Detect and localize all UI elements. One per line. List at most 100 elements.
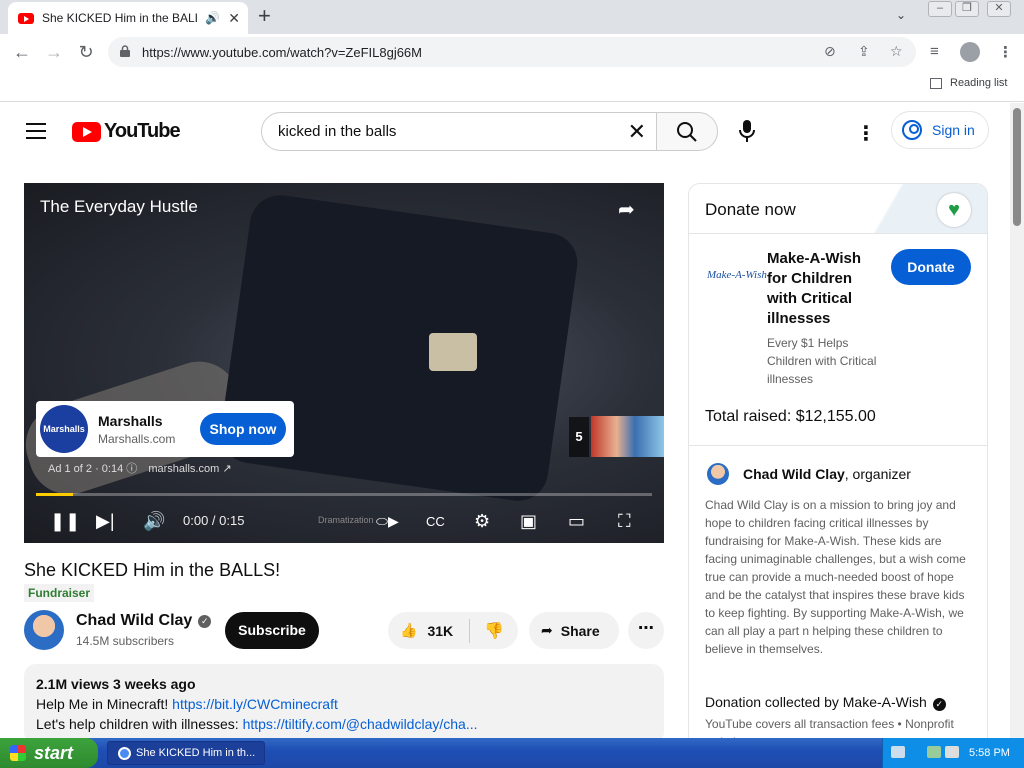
youtube-wordmark: YouTube [104,120,181,142]
dislike-button[interactable]: 👎 [470,621,504,641]
address-bar[interactable]: https://www.youtube.com/watch?v=ZeFIL8gj… [108,37,916,67]
theater-mode-icon[interactable]: ▭ [568,511,585,532]
youtube-logo[interactable]: YouTube [72,120,181,143]
description-line: Help Me in Minecraft! https://bit.ly/CWC… [36,696,652,712]
description-text: Let's help children with illnesses: [36,716,243,732]
new-tab-button[interactable]: + [258,4,271,28]
player-share-icon[interactable]: ➦ [618,197,635,222]
share-button[interactable]: ➦ Share [529,612,619,649]
windows-taskbar: start She KICKED Him in th... 5:58 PM [0,738,1024,768]
sign-in-button[interactable]: Sign in [891,111,989,149]
thumbs-down-icon: 👎 [484,622,504,640]
donate-button[interactable]: Donate [891,249,971,285]
miniplayer-icon[interactable]: ▣ [520,511,537,532]
total-raised: Total raised: $12,155.00 [705,408,876,425]
restore-button[interactable]: ❐ [955,1,979,17]
minecraft-link[interactable]: https://bit.ly/CWCminecraft [172,696,338,712]
clear-search-icon[interactable]: ✕ [628,119,646,145]
verified-check-icon: ✓ [932,698,946,711]
scrollbar-thumb[interactable] [1013,108,1021,226]
gear-icon[interactable]: ⚙ [474,511,490,532]
microphone-icon[interactable] [738,120,756,142]
search-input[interactable]: kicked in the balls ✕ [261,112,657,151]
info-icon[interactable]: ⓘ [126,463,140,475]
volume-icon[interactable]: 🔊 [143,511,165,532]
settings-more-icon[interactable]: ⋮ [856,121,876,146]
windows-flag-icon [10,745,26,761]
channel-avatar[interactable] [24,610,64,650]
eye-slash-icon[interactable]: ⊘ [824,43,836,60]
browser-menu-icon[interactable]: ⋮ [998,43,1013,61]
player-channel-overlay[interactable]: The Everyday Hustle [40,197,198,217]
hamburger-menu-icon[interactable] [26,123,46,139]
video-frame-clasp [429,333,477,371]
ad-link[interactable]: marshalls.com [148,463,219,475]
fundraiser-badge[interactable]: Fundraiser [24,584,95,602]
tab-title: She KICKED Him in the BALLS! [42,11,198,25]
donate-header-title: Donate now [705,200,796,219]
charity-subtitle: Every $1 Helps Children with Critical il… [767,336,877,386]
ad-card[interactable]: Marshalls Marshalls Marshalls.com Shop n… [36,401,294,457]
browser-tab[interactable]: She KICKED Him in the BALLS! 🔊 ✕ [8,2,248,34]
start-button[interactable]: start [0,738,98,768]
next-video-thumbnail[interactable] [591,416,664,457]
share-icon[interactable]: ⇪ [858,43,870,60]
profile-avatar-icon[interactable] [960,42,980,62]
video-player[interactable]: The Everyday Hustle ➦ Marshalls Marshall… [24,183,664,543]
close-tab-icon[interactable]: ✕ [228,10,240,27]
more-actions-button[interactable]: ⋯ [628,612,664,649]
marshalls-logo: Marshalls [40,405,88,453]
next-icon[interactable]: ▶| [96,511,115,532]
tab-strip: She KICKED Him in the BALLS! 🔊 ✕ + ⌄ – ❐… [0,0,1024,34]
network-icon[interactable] [927,746,941,758]
player-controls: ❚❚ ▶| 🔊 0:00 / 0:15 Dramatization ⬭▶ CC … [24,503,664,543]
back-arrow-icon[interactable]: ← [10,41,34,63]
sign-in-label: Sign in [932,122,975,138]
fundraiser-description: Chad Wild Clay is on a mission to bring … [705,498,966,656]
keyboard-icon[interactable] [891,746,905,758]
pause-icon[interactable]: ❚❚ [50,511,80,532]
organizer-line: Chad Wild Clay, organizer [743,466,911,482]
tab-search-chevron-icon[interactable]: ⌄ [896,8,906,22]
media-queue-icon[interactable]: ≡ [930,43,939,60]
heart-hand-icon: ♥ [937,193,971,227]
youtube-masthead: YouTube kicked in the balls ✕ ⋮ Sign in [0,103,1008,159]
subscriber-count: 14.5M subscribers [76,634,175,648]
volume-tray-icon[interactable] [945,746,959,758]
bookmark-star-icon[interactable]: ☆ [890,43,903,60]
bookmark-bar: Reading list [0,70,1024,102]
donation-collected-line: Donation collected by Make-A-Wish ✓ [705,694,946,711]
progress-bar[interactable] [36,493,652,496]
reading-list-button[interactable]: Reading list [930,77,1007,89]
autoplay-toggle-icon[interactable]: ⬭▶ [376,513,399,530]
speaker-icon[interactable]: 🔊 [205,11,220,25]
ad-advertiser-domain: Marshalls.com [98,431,176,446]
like-dislike-group: 👍 31K 👎 [388,612,518,649]
minimize-button[interactable]: – [928,1,952,17]
forward-arrow-icon[interactable]: → [42,41,66,63]
verified-check-icon: ✓ [198,615,212,628]
subtitles-cc-icon[interactable]: CC [426,514,445,529]
reload-icon[interactable]: ↻ [74,41,98,63]
channel-name-row[interactable]: Chad Wild Clay ✓ [76,612,212,630]
fullscreen-icon[interactable]: ⛶ [618,511,631,532]
youtube-play-logo-icon [72,121,101,142]
browser-toolbar: ← → ↻ https://www.youtube.com/watch?v=Ze… [0,34,1024,70]
shop-now-button[interactable]: Shop now [200,413,286,445]
tiltify-link[interactable]: https://tiltify.com/@chadwildclay/cha... [243,716,478,732]
taskbar-window-chrome[interactable]: She KICKED Him in th... [107,741,265,765]
views-and-age: 2.1M views 3 weeks ago [36,676,196,692]
search-button[interactable] [656,112,718,151]
like-button[interactable]: 👍 31K [388,618,470,643]
description-box[interactable]: 2.1M views 3 weeks ago Help Me in Minecr… [24,664,664,744]
close-window-button[interactable]: ✕ [987,1,1011,17]
external-link-icon: ↗ [222,463,232,475]
progress-fill [36,493,73,496]
charity-title: Make-A-Wish for Children with Critical i… [767,250,862,327]
channel-name[interactable]: Chad Wild Clay [76,612,192,629]
organizer-avatar[interactable] [707,463,729,485]
page-scrollbar[interactable] [1010,103,1024,738]
youtube-favicon-icon [18,12,34,24]
subscribe-button[interactable]: Subscribe [225,612,319,649]
organizer-name[interactable]: Chad Wild Clay [743,466,845,482]
